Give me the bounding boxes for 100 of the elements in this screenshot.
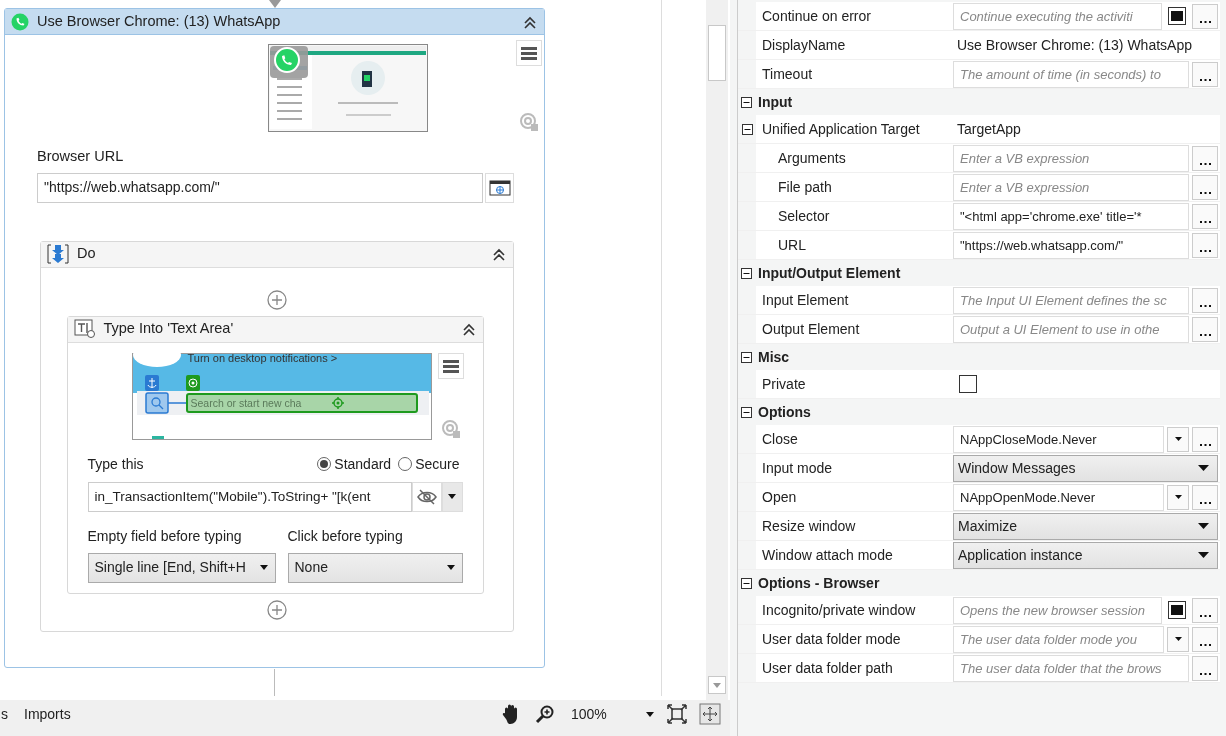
checkbox[interactable] [959,375,977,393]
section-header: Options - Browser [758,573,880,593]
add-activity-icon[interactable] [267,599,287,620]
collapse-icon[interactable] [741,123,753,135]
dropdown-button[interactable] [1167,484,1189,510]
property-label: Unified Application Target [762,119,920,139]
more-icon [1199,501,1211,505]
zoom-icon[interactable] [535,704,555,724]
property-field[interactable]: Output a UI Element to use in othe [953,315,1189,343]
zoom-dropdown[interactable]: 100% [571,703,655,725]
property-field[interactable]: Continue executing the activiti [953,2,1162,30]
dropdown-value: Single line [End, Shift+H [94,558,246,578]
activity-title: Use Browser Chrome: (13) WhatsApp [37,11,282,31]
scroll-down-button[interactable] [708,676,726,694]
collapse-icon[interactable] [491,246,507,263]
property-field[interactable]: Opens the new browser session [953,596,1162,624]
collapse-icon[interactable] [741,406,752,418]
property-field[interactable]: The amount of time (in seconds) to [953,60,1189,88]
more-icon [1199,249,1211,253]
more-icon [1199,191,1211,195]
dropdown-button[interactable] [1167,426,1189,452]
browser-button[interactable] [485,172,514,203]
section-header: Misc [758,347,790,367]
add-activity-icon[interactable] [267,289,287,310]
text-field[interactable]: in_TransactionItem("Mobile").ToString+ "[k(ent [87,481,412,512]
property-field[interactable]: The user data folder that the brows [953,654,1189,682]
caret-icon [1173,636,1183,642]
scrollbar-thumb[interactable] [708,25,726,81]
property-label: URL [778,235,806,255]
more-icon [1199,162,1211,166]
menu-button[interactable] [437,352,464,379]
sequence-icon [47,244,69,265]
property-label: Continue on error [762,6,871,26]
property-label: Selector [778,206,830,226]
more-icon [1199,304,1211,308]
property-label: Window attach mode [762,545,893,565]
property-label: Input mode [762,458,833,478]
caret-icon [1173,436,1183,442]
dropdown-button[interactable] [441,481,463,512]
move-icon[interactable] [699,703,721,725]
property-field[interactable]: NAppCloseMode.Never [953,425,1164,453]
radio-button[interactable] [397,457,412,472]
checkbox[interactable] [1168,7,1186,25]
property-field[interactable]: The Input UI Element defines the sc [953,286,1189,314]
property-label: Close [762,429,798,449]
connector-line [274,669,275,696]
radio-button[interactable] [316,457,331,472]
dropdown[interactable]: Window Messages [953,454,1218,482]
collapse-icon[interactable] [741,577,752,589]
collapse-icon[interactable] [741,351,752,363]
url-field[interactable]: "https://web.whatsapp.com/" [37,172,483,203]
activity-title: Type Into 'Text Area' [103,319,235,339]
dropdown[interactable]: Maximize [953,512,1218,540]
property-label: File path [778,177,832,197]
property-label: Arguments [778,148,846,168]
zoom-level: 100% [571,704,607,724]
dropdown[interactable]: None [287,552,463,583]
property-field[interactable]: "<html app='chrome.exe' title='* [953,202,1189,230]
connector-arrow [269,0,281,8]
field-label: Type this [87,454,144,474]
banner-text: Turn on desktop notifications > [187,352,338,365]
more-icon [1199,20,1211,24]
property-label: Private [762,374,806,394]
field-label: Click before typing [287,526,404,546]
chat-phone-icon [11,12,29,31]
more-icon [1199,78,1211,82]
property-field[interactable]: "https://web.whatsapp.com/" [953,231,1189,259]
panel-tab[interactable]: s [1,703,8,725]
radio-label[interactable]: Standard [334,453,392,475]
section-header: Input/Output Element [758,263,901,283]
property-label: Incognito/private window [762,600,916,620]
panel-tab[interactable]: Imports [24,703,71,725]
section-header: Input [758,92,793,112]
more-icon [1199,643,1211,647]
secure-toggle-button[interactable] [411,481,442,512]
menu-button[interactable] [516,40,542,66]
dropdown[interactable]: Single line [End, Shift+H [87,552,276,583]
property-field[interactable]: Enter a VB expression [953,173,1189,201]
more-icon [1199,333,1211,337]
property-field[interactable]: Enter a VB expression [953,144,1189,172]
property-field[interactable]: NAppOpenMode.Never [953,483,1164,511]
caret-icon [645,710,655,718]
caret-icon [1198,464,1209,472]
caret-icon [447,493,457,501]
dropdown-button[interactable] [1167,626,1189,652]
collapse-icon[interactable] [741,96,752,108]
section-header: Options [758,402,811,422]
field-label: Browser URL [37,147,125,166]
fit-screen-icon[interactable] [667,704,687,724]
collapse-icon[interactable] [741,267,752,279]
dropdown-value: Window Messages [958,458,1076,478]
dropdown[interactable]: Application instance [953,541,1218,569]
property-field[interactable]: The user data folder mode you [953,625,1164,653]
property-label: Input Element [762,290,849,310]
property-label: Open [762,487,797,507]
caret-icon [445,564,456,572]
radio-label[interactable]: Secure [415,453,460,475]
checkbox[interactable] [1168,601,1186,619]
browser-window-icon [488,179,511,196]
caret-icon [1173,494,1183,500]
